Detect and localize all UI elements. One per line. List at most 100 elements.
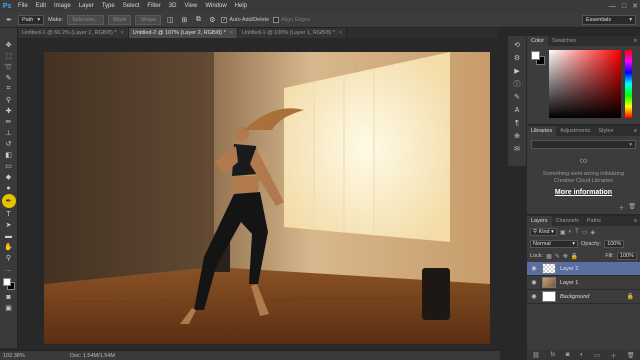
quick-select-tool-icon[interactable]: ✎ (2, 73, 16, 83)
gradient-tool-icon[interactable]: ▭ (2, 161, 16, 171)
pen-tool-icon-active[interactable]: ✒ (1, 194, 16, 208)
library-select[interactable]: ▾ (531, 140, 636, 149)
lock-move-icon[interactable]: ✥ (563, 253, 568, 260)
make-selection-button[interactable]: Selection... (67, 14, 105, 25)
doc-size[interactable]: Doc: 1.54M/1.54M (30, 353, 115, 359)
layer-name[interactable]: Layer 1 (560, 280, 578, 286)
tab-close-icon[interactable]: × (230, 30, 233, 36)
foreground-swatch[interactable] (2, 278, 11, 286)
new-layer-icon[interactable]: ＋ (610, 351, 616, 360)
menu-view[interactable]: View (180, 0, 201, 12)
layer-name[interactable]: Background (560, 294, 589, 300)
brush-tool-icon[interactable]: ✏ (2, 117, 16, 127)
tab-close-icon[interactable]: × (121, 30, 124, 36)
tab-untitled-1[interactable]: Untitled-1 @ 66.2% (Layer 2, RGB/8) * × (18, 28, 129, 38)
foreground-background-swatches[interactable] (2, 277, 16, 291)
menu-type[interactable]: Type (98, 0, 119, 12)
layer-row-layer-1[interactable]: ◉ Layer 1 (527, 276, 640, 290)
tab-channels[interactable]: Channels (552, 216, 583, 226)
move-tool-icon[interactable]: ✥ (2, 40, 16, 50)
menu-layer[interactable]: Layer (75, 0, 98, 12)
character-icon[interactable]: A (511, 105, 523, 115)
marquee-tool-icon[interactable]: ⬚ (2, 51, 16, 61)
eyedropper-tool-icon[interactable]: ⚲ (2, 95, 16, 105)
close-icon[interactable]: ✕ (632, 2, 638, 10)
history-brush-icon[interactable]: ↺ (2, 139, 16, 149)
actions-icon[interactable]: ▶ (511, 66, 523, 76)
path-operations-icon[interactable]: ◫ (165, 15, 175, 25)
more-tools-icon[interactable]: … (2, 264, 16, 274)
filter-smart-icon[interactable]: ◈ (591, 229, 596, 236)
menu-edit[interactable]: Edit (32, 0, 50, 12)
lasso-tool-icon[interactable]: ➰ (2, 62, 16, 72)
menu-filter[interactable]: Filter (143, 0, 164, 12)
tab-untitled-2[interactable]: Untitled-2 @ 107% (Layer 2, RGB/8) * × (128, 28, 238, 38)
layer-name[interactable]: Layer 2 (560, 266, 578, 272)
layer-row-background[interactable]: ◉ Background 🔒 (527, 290, 640, 304)
filter-shape-icon[interactable]: ▭ (582, 229, 588, 236)
dodge-tool-icon[interactable]: ● (2, 183, 16, 193)
visibility-eye-icon[interactable]: ◉ (530, 279, 538, 286)
stamp-tool-icon[interactable]: ⊥ (2, 128, 16, 138)
make-shape-button[interactable]: Shape (135, 14, 162, 25)
blend-mode-select[interactable]: Normal ▾ (530, 240, 578, 248)
adjustment-layer-icon[interactable]: ◐ (580, 352, 584, 358)
lock-all-icon[interactable]: 🔒 (571, 253, 578, 260)
path-select-tool-icon[interactable]: ➤ (2, 220, 16, 230)
tool-mode-select[interactable]: Path ▾ (18, 14, 45, 25)
canvas-area[interactable] (18, 38, 498, 348)
add-content-icon[interactable]: ＋ (618, 203, 624, 212)
add-mask-icon[interactable]: ◙ (566, 352, 570, 358)
hue-slider[interactable] (625, 50, 632, 118)
menu-select[interactable]: Select (119, 0, 144, 12)
link-layers-icon[interactable]: ⛓ (532, 352, 540, 359)
filter-pixel-icon[interactable]: ▣ (560, 229, 566, 236)
menu-file[interactable]: File (14, 0, 32, 12)
paragraph-icon[interactable]: ¶ (511, 118, 523, 128)
eraser-tool-icon[interactable]: ◧ (2, 150, 16, 160)
zoom-tool-icon[interactable]: ⚲ (2, 253, 16, 263)
lock-transparent-icon[interactable]: ▦ (546, 253, 552, 260)
tab-libraries[interactable]: Libraries (527, 126, 557, 136)
trash-icon[interactable]: 🗑 (628, 203, 636, 212)
info-icon[interactable]: ⓘ (511, 79, 523, 89)
color-picker-field[interactable] (549, 50, 621, 118)
filter-type-icon[interactable]: T (575, 229, 579, 236)
color-fg-bg[interactable] (531, 51, 545, 65)
minimize-icon[interactable]: — (609, 3, 616, 10)
healing-tool-icon[interactable]: ✚ (2, 106, 16, 116)
gear-icon[interactable]: ⚙ (207, 15, 217, 25)
properties-icon[interactable]: ⚙ (511, 53, 523, 63)
panel-menu-icon[interactable]: ≡ (634, 38, 640, 44)
delete-layer-icon[interactable]: 🗑 (627, 352, 635, 359)
panel-menu-icon[interactable]: ≡ (634, 218, 640, 224)
menu-window[interactable]: Window (201, 0, 230, 12)
tab-swatches[interactable]: Swatches (548, 36, 580, 46)
blur-tool-icon[interactable]: ◆ (2, 172, 16, 182)
shape-tool-icon[interactable]: ▬ (2, 231, 16, 241)
tab-layers[interactable]: Layers (527, 216, 552, 226)
crop-tool-icon[interactable]: ⌗ (2, 84, 16, 94)
more-information-link[interactable]: More information (527, 189, 640, 196)
document-image[interactable] (44, 52, 490, 344)
tab-styles[interactable]: Styles (594, 126, 617, 136)
align-edges-checkbox[interactable]: Align Edges (273, 16, 310, 23)
hand-tool-icon[interactable]: ✋ (2, 242, 16, 252)
history-icon[interactable]: ⟲ (511, 40, 523, 50)
brush-presets-icon[interactable]: ✎ (511, 92, 523, 102)
tab-color[interactable]: Color (527, 36, 549, 46)
tab-paths[interactable]: Paths (583, 216, 605, 226)
new-group-icon[interactable]: ▭ (594, 352, 600, 359)
visibility-eye-icon[interactable]: ◉ (530, 293, 538, 300)
visibility-eye-icon[interactable]: ◉ (530, 265, 538, 272)
fill-input[interactable]: 100% (616, 252, 637, 260)
layer-row-layer-2[interactable]: ◉ Layer 2 (527, 262, 640, 276)
layer-filter-kind[interactable]: ⚲ Kind ▾ (530, 228, 557, 236)
zoom-level[interactable]: 102.38% (0, 353, 30, 359)
menu-3d[interactable]: 3D (165, 0, 181, 12)
tab-adjustments[interactable]: Adjustments (556, 126, 594, 136)
menu-help[interactable]: Help (231, 0, 251, 12)
clone-source-icon[interactable]: ⊕ (511, 131, 523, 141)
quick-mask-icon[interactable]: ◙ (2, 292, 16, 302)
auto-add-delete-checkbox[interactable]: ✓ Auto Add/Delete (221, 16, 269, 23)
